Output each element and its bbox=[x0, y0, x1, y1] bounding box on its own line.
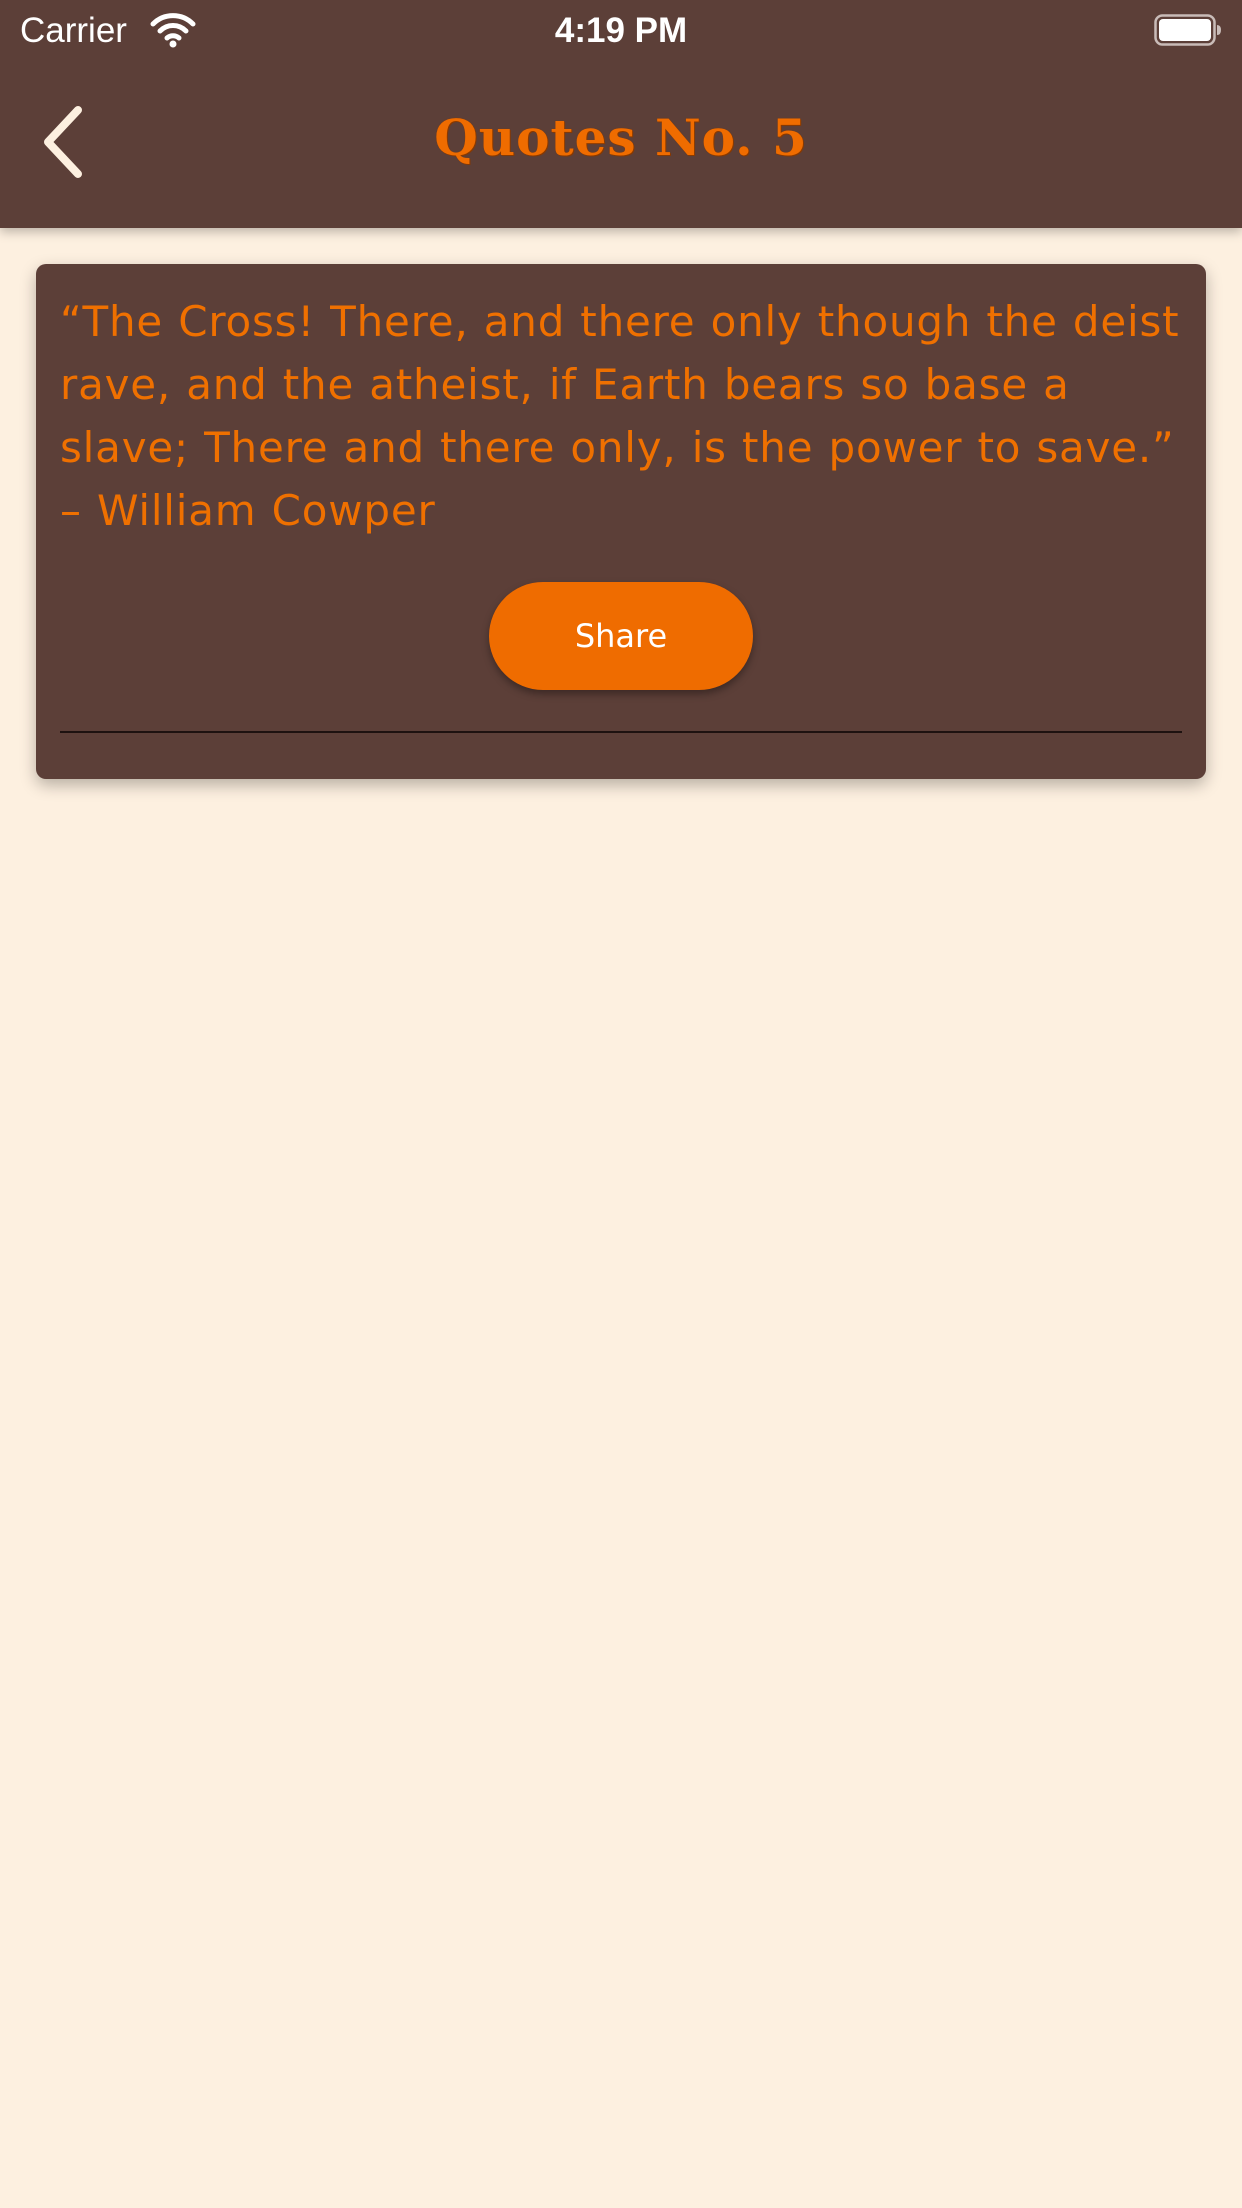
share-button[interactable]: Share bbox=[489, 582, 753, 690]
app-header: Carrier 4:19 PM Quotes No. 5 bbox=[0, 0, 1242, 228]
navigation-bar: Quotes No. 5 bbox=[0, 62, 1242, 228]
battery-full-icon bbox=[1154, 14, 1222, 46]
quote-card: “The Cross! There, and there only though… bbox=[36, 264, 1206, 779]
page-title: Quotes No. 5 bbox=[434, 108, 808, 167]
status-bar: Carrier 4:19 PM bbox=[0, 0, 1242, 62]
status-time: 4:19 PM bbox=[554, 11, 688, 50]
card-divider bbox=[60, 731, 1182, 733]
quote-text: “The Cross! There, and there only though… bbox=[60, 297, 1180, 535]
